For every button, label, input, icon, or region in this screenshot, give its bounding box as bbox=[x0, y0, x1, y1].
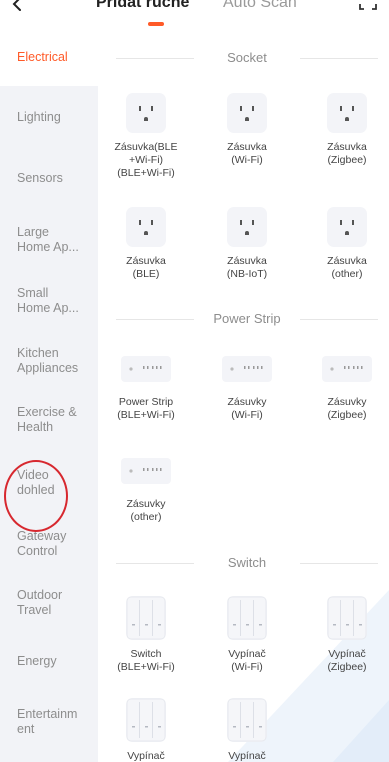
device-switch-5[interactable]: Vypínač bbox=[202, 698, 292, 762]
section-header-switch: Switch bbox=[116, 554, 378, 574]
sidebar-item-sensors[interactable]: Sensors bbox=[17, 171, 97, 186]
device-socket-nb-iot[interactable]: Zásuvka (NB-IoT) bbox=[202, 207, 292, 281]
wall-switch-icon bbox=[327, 596, 367, 640]
scan-icon[interactable] bbox=[356, 0, 380, 16]
sidebar-item-kitchen-appliances[interactable]: Kitchen Appliances bbox=[17, 346, 97, 376]
socket-icon bbox=[327, 93, 367, 133]
tab-auto-scan[interactable]: Auto Scan bbox=[223, 0, 297, 12]
device-socket-wifi[interactable]: Zásuvka (Wi-Fi) bbox=[202, 93, 292, 167]
device-socket-other[interactable]: Zásuvka (other) bbox=[302, 207, 389, 281]
power-strip-icon bbox=[121, 458, 171, 484]
device-socket-ble[interactable]: Zásuvka (BLE) bbox=[101, 207, 191, 281]
device-label: Zásuvka(BLE +Wi-Fi) (BLE+Wi-Fi) bbox=[114, 141, 178, 179]
device-label: Zásuvka (NB-IoT) bbox=[226, 255, 268, 280]
sidebar-item-exercise-health[interactable]: Exercise & Health bbox=[17, 405, 97, 435]
section-header-socket: Socket bbox=[116, 49, 378, 69]
device-label: Zásuvka (Zigbee) bbox=[327, 141, 367, 166]
device-label: Power Strip (BLE+Wi-Fi) bbox=[117, 396, 175, 421]
sidebar-item-large-home-appliances[interactable]: Large Home Ap... bbox=[17, 225, 97, 255]
device-label: Zásuvka (Wi-Fi) bbox=[227, 141, 267, 166]
active-tab-indicator bbox=[148, 22, 164, 26]
tab-add-manually[interactable]: Přidat ručně bbox=[96, 0, 189, 12]
socket-icon bbox=[227, 93, 267, 133]
device-switch-zigbee[interactable]: Vypínač (Zigbee) bbox=[302, 596, 389, 674]
device-label: Vypínač bbox=[127, 750, 165, 762]
sidebar-item-video-surveillance[interactable]: Video dohled bbox=[17, 468, 97, 498]
device-label: Zásuvky (Zigbee) bbox=[327, 396, 367, 421]
device-label: Switch (BLE+Wi-Fi) bbox=[117, 648, 175, 673]
device-power-strip-other[interactable]: Zásuvky (other) bbox=[101, 452, 191, 524]
device-switch-4[interactable]: Vypínač bbox=[101, 698, 191, 762]
device-power-strip-zigbee[interactable]: Zásuvky (Zigbee) bbox=[302, 350, 389, 422]
section-title: Socket bbox=[227, 50, 267, 65]
section-header-power-strip: Power Strip bbox=[116, 310, 378, 330]
socket-icon bbox=[126, 207, 166, 247]
device-power-strip-wifi[interactable]: Zásuvky (Wi-Fi) bbox=[202, 350, 292, 422]
sidebar-item-small-home-appliances[interactable]: Small Home Ap... bbox=[17, 286, 97, 316]
back-arrow-icon[interactable] bbox=[6, 0, 34, 16]
power-strip-icon bbox=[121, 356, 171, 382]
device-label: Zásuvka (other) bbox=[327, 255, 367, 280]
sidebar-item-outdoor-travel[interactable]: Outdoor Travel bbox=[17, 588, 97, 618]
wall-switch-icon bbox=[227, 596, 267, 640]
top-bar: Přidat ručně Auto Scan bbox=[0, 0, 389, 30]
section-title: Power Strip bbox=[213, 311, 281, 326]
device-label: Zásuvky (Wi-Fi) bbox=[227, 396, 267, 421]
device-power-strip-ble-wifi[interactable]: Power Strip (BLE+Wi-Fi) bbox=[101, 350, 191, 422]
device-list: Socket Zásuvka(BLE +Wi-Fi) (BLE+Wi-Fi) Z… bbox=[98, 30, 389, 762]
device-switch-wifi[interactable]: Vypínač (Wi-Fi) bbox=[202, 596, 292, 674]
sidebar-item-gateway-control[interactable]: Gateway Control bbox=[17, 529, 97, 559]
section-title: Switch bbox=[227, 555, 267, 570]
device-socket-zigbee[interactable]: Zásuvka (Zigbee) bbox=[302, 93, 389, 167]
device-label: Vypínač bbox=[228, 750, 266, 762]
category-sidebar: Electrical Lighting Sensors Large Home A… bbox=[0, 30, 98, 762]
sidebar-item-electrical[interactable]: Electrical bbox=[17, 50, 97, 65]
device-label: Zásuvka (BLE) bbox=[126, 255, 166, 280]
wall-switch-icon bbox=[227, 698, 267, 742]
socket-icon bbox=[327, 207, 367, 247]
device-label: Zásuvky (other) bbox=[126, 498, 166, 523]
device-socket-ble-wifi[interactable]: Zásuvka(BLE +Wi-Fi) (BLE+Wi-Fi) bbox=[101, 93, 191, 180]
socket-icon bbox=[227, 207, 267, 247]
socket-icon bbox=[126, 93, 166, 133]
sidebar-item-energy[interactable]: Energy bbox=[17, 654, 97, 669]
device-label: Vypínač (Wi-Fi) bbox=[228, 648, 266, 673]
device-switch-ble-wifi[interactable]: Switch (BLE+Wi-Fi) bbox=[101, 596, 191, 674]
sidebar-item-lighting[interactable]: Lighting bbox=[17, 110, 97, 125]
sidebar-item-entertainment[interactable]: Entertainm ent bbox=[17, 707, 97, 737]
power-strip-icon bbox=[222, 356, 272, 382]
power-strip-icon bbox=[322, 356, 372, 382]
wall-switch-icon bbox=[126, 596, 166, 640]
wall-switch-icon bbox=[126, 698, 166, 742]
device-label: Vypínač (Zigbee) bbox=[327, 648, 367, 673]
